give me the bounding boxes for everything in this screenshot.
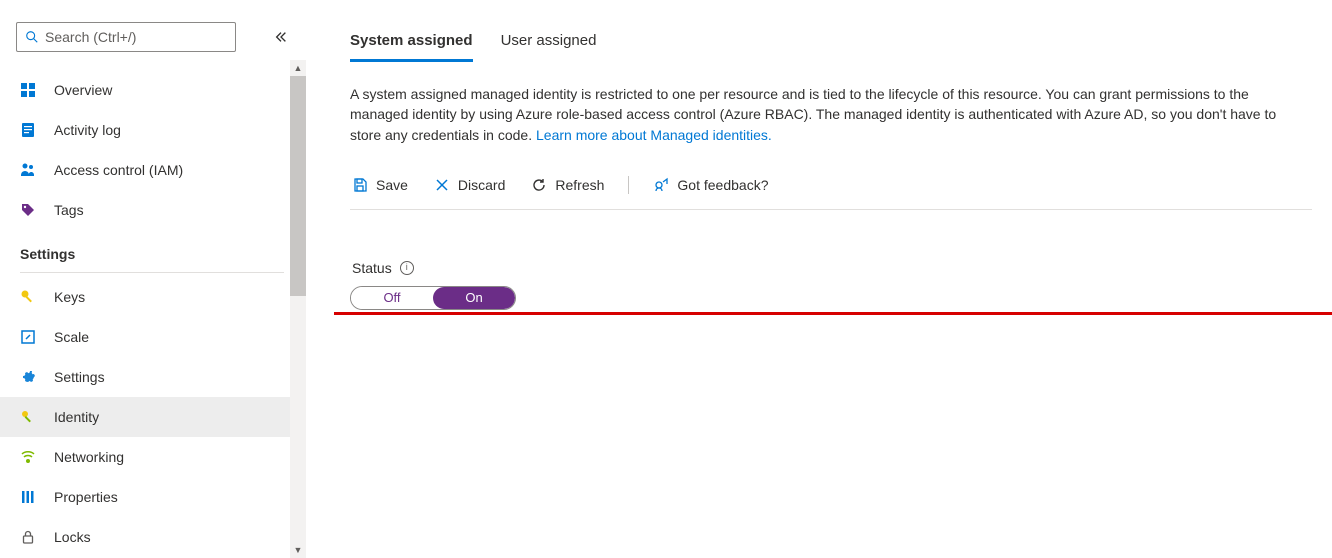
sidebar-item-access-control[interactable]: Access control (IAM) (0, 150, 300, 190)
section-divider (20, 272, 284, 273)
sidebar-item-label: Tags (54, 202, 84, 218)
discard-label: Discard (458, 177, 505, 193)
sidebar-item-settings[interactable]: Settings (0, 357, 300, 397)
scrollbar-down-arrow-icon[interactable]: ▼ (290, 542, 306, 558)
status-toggle-off[interactable]: Off (351, 287, 433, 309)
sidebar-item-label: Activity log (54, 122, 121, 138)
sidebar-item-label: Scale (54, 329, 89, 345)
status-label: Status (352, 260, 392, 276)
save-button[interactable]: Save (350, 173, 410, 197)
sidebar-item-label: Identity (54, 409, 99, 425)
toolbar-separator (628, 176, 629, 194)
search-row: Search (Ctrl+/) (0, 22, 306, 70)
networking-icon (20, 449, 36, 465)
sidebar-item-label: Access control (IAM) (54, 162, 183, 178)
save-label: Save (376, 177, 408, 193)
gear-icon (20, 369, 36, 385)
search-icon (25, 30, 39, 44)
sidebar-item-label: Properties (54, 489, 118, 505)
description-body: A system assigned managed identity is re… (350, 86, 1276, 143)
tags-icon (20, 202, 36, 218)
discard-icon (434, 177, 450, 193)
sidebar-item-properties[interactable]: Properties (0, 477, 300, 517)
scrollbar-up-arrow-icon[interactable]: ▲ (290, 60, 306, 76)
tab-user-assigned[interactable]: User assigned (501, 32, 597, 62)
discard-button[interactable]: Discard (432, 173, 507, 197)
feedback-label: Got feedback? (677, 177, 768, 193)
identity-icon (20, 409, 36, 425)
tab-system-assigned[interactable]: System assigned (350, 32, 473, 62)
access-control-icon (20, 162, 36, 178)
tab-bar: System assigned User assigned (350, 32, 1312, 62)
overview-icon (20, 82, 36, 98)
status-toggle[interactable]: Off On (350, 286, 516, 310)
sidebar-section-settings: Settings (0, 230, 300, 272)
nav-scroll: Overview Activity log Access control (IA… (0, 70, 300, 558)
sidebar-item-label: Locks (54, 529, 91, 545)
sidebar-item-label: Networking (54, 449, 124, 465)
keys-icon (20, 289, 36, 305)
chevron-left-double-icon (274, 30, 288, 44)
description-text: A system assigned managed identity is re… (350, 84, 1290, 145)
properties-icon (20, 489, 36, 505)
sidebar: Search (Ctrl+/) Overview Activity log Ac… (0, 0, 306, 558)
status-toggle-on[interactable]: On (433, 287, 515, 309)
collapse-sidebar-button[interactable] (272, 28, 290, 46)
info-icon[interactable]: i (400, 261, 414, 275)
refresh-label: Refresh (555, 177, 604, 193)
toolbar: Save Discard Refresh Got feedback? (350, 167, 1312, 210)
sidebar-item-label: Overview (54, 82, 112, 98)
annotation-underline (334, 312, 1332, 315)
status-label-row: Status i (350, 260, 1312, 276)
scrollbar-thumb[interactable] (290, 76, 306, 296)
refresh-button[interactable]: Refresh (529, 173, 606, 197)
status-toggle-wrap: Off On (350, 286, 1312, 310)
feedback-icon (653, 177, 669, 193)
feedback-button[interactable]: Got feedback? (651, 173, 770, 197)
sidebar-item-tags[interactable]: Tags (0, 190, 300, 230)
sidebar-item-networking[interactable]: Networking (0, 437, 300, 477)
sidebar-item-activity-log[interactable]: Activity log (0, 110, 300, 150)
lock-icon (20, 529, 36, 545)
search-placeholder: Search (Ctrl+/) (45, 29, 136, 45)
scale-icon (20, 329, 36, 345)
activity-log-icon (20, 122, 36, 138)
sidebar-item-overview[interactable]: Overview (0, 70, 300, 110)
sidebar-item-locks[interactable]: Locks (0, 517, 300, 557)
search-input[interactable]: Search (Ctrl+/) (16, 22, 236, 52)
refresh-icon (531, 177, 547, 193)
sidebar-item-keys[interactable]: Keys (0, 277, 300, 317)
learn-more-link[interactable]: Learn more about Managed identities. (536, 127, 772, 143)
main-content: System assigned User assigned A system a… (306, 0, 1332, 558)
sidebar-item-label: Settings (54, 369, 105, 385)
save-icon (352, 177, 368, 193)
sidebar-item-identity[interactable]: Identity (0, 397, 300, 437)
sidebar-item-scale[interactable]: Scale (0, 317, 300, 357)
sidebar-scrollbar[interactable]: ▲ ▼ (290, 60, 306, 558)
sidebar-item-label: Keys (54, 289, 85, 305)
